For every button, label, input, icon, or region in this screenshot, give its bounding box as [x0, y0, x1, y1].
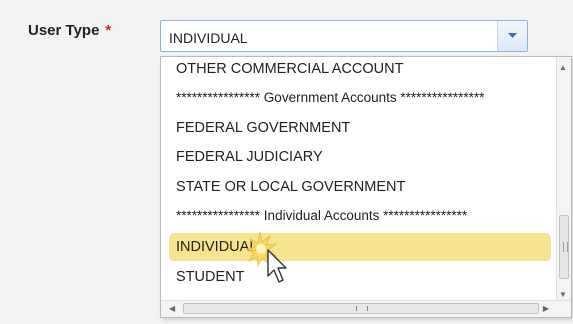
user-type-select[interactable]: INDIVIDUAL	[160, 20, 528, 52]
horizontal-grip-icon	[356, 306, 368, 311]
scroll-up-arrow-icon[interactable]: ▲	[559, 63, 567, 72]
option-separator-government[interactable]: **************** Government Accounts ***…	[169, 84, 551, 112]
chevron-down-icon	[508, 33, 517, 38]
scroll-down-arrow-icon[interactable]: ▼	[559, 290, 567, 299]
user-type-select-value: INDIVIDUAL	[169, 30, 248, 46]
option-other-commercial-account[interactable]: OTHER COMMERCIAL ACCOUNT	[169, 55, 551, 83]
user-type-label-text: User Type	[28, 22, 100, 39]
option-state-or-local-government[interactable]: STATE OR LOCAL GOVERNMENT	[169, 173, 551, 201]
vertical-scrollbar[interactable]: ▲ ▼	[556, 57, 571, 303]
horizontal-scrollbar[interactable]: ◀ ▶	[161, 300, 571, 317]
user-type-label: User Type *	[28, 22, 111, 39]
horizontal-scroll-thumb[interactable]	[183, 303, 539, 314]
dropdown-toggle-button[interactable]	[497, 21, 527, 51]
vertical-grip-icon	[563, 242, 568, 252]
option-federal-judiciary[interactable]: FEDERAL JUDICIARY	[169, 143, 551, 171]
vertical-scroll-thumb[interactable]	[559, 215, 569, 279]
option-individual[interactable]: INDIVIDUAL	[169, 233, 551, 261]
option-separator-individual[interactable]: **************** Individual Accounts ***…	[169, 202, 551, 230]
mouse-pointer-icon	[246, 231, 287, 283]
option-student[interactable]: STUDENT	[169, 263, 551, 291]
required-asterisk: *	[105, 22, 112, 39]
user-type-dropdown-list[interactable]: OTHER COMMERCIAL ACCOUNT ***************…	[160, 56, 572, 318]
scroll-right-arrow-icon[interactable]: ▶	[543, 304, 549, 313]
scroll-left-arrow-icon[interactable]: ◀	[169, 304, 175, 313]
option-federal-government[interactable]: FEDERAL GOVERNMENT	[169, 114, 551, 142]
